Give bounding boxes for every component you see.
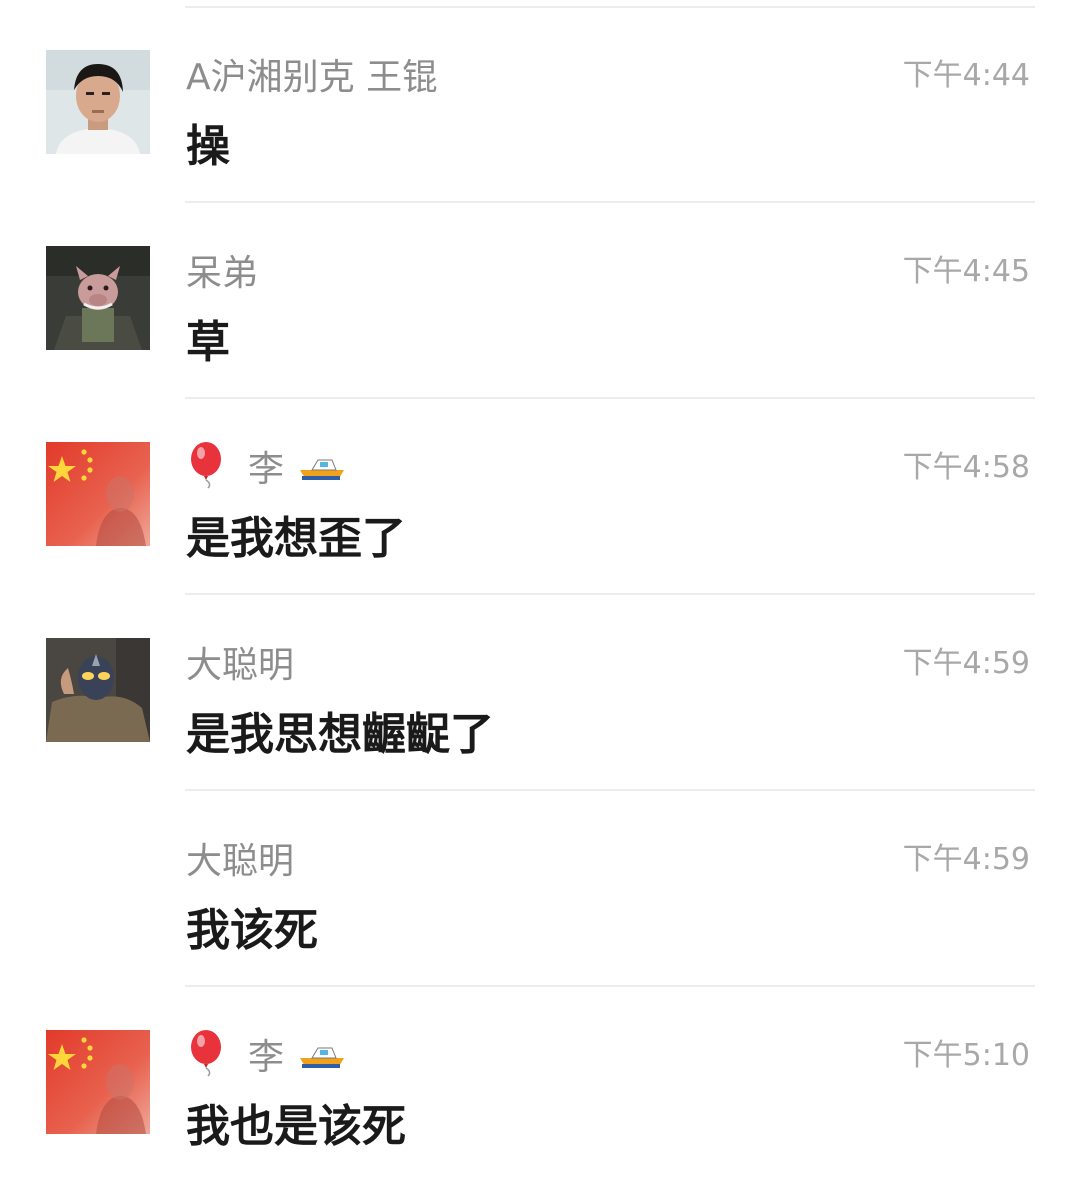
message-time: 下午4:59 [902,646,1030,681]
young-man-photo-avatar[interactable] [46,50,150,154]
speedboat-icon [296,1034,348,1074]
sender-name-text: 大聪明 [186,645,295,686]
message-time: 下午4:45 [902,254,1030,289]
message-text[interactable]: 草 [186,306,230,370]
sender-name-text: 李 [248,1037,285,1078]
message-text[interactable]: 是我思想齷齪了 [186,698,494,762]
flag-avatar[interactable] [46,442,150,546]
masked-hero-avatar[interactable] [46,638,150,742]
sender-name[interactable]: 大聪明 [186,638,294,686]
chat-message-list: A沪湘别克 王锟 下午4:44 操 呆弟 下午4:45 草 李 下午4:58 是… [0,0,1080,1197]
cartoon-pig-avatar[interactable] [46,246,150,350]
message-item[interactable]: 李 下午5:10 我也是该死 [0,986,1080,1182]
sender-name-text: 大聪明 [186,841,295,882]
message-item[interactable]: 李 下午4:58 是我想歪了 [0,398,1080,594]
balloon-icon [186,1030,230,1078]
message-text[interactable]: 我该死 [186,894,318,958]
sender-name-text: A沪湘别克 王锟 [186,57,439,98]
sender-name[interactable]: 李 [186,1030,348,1078]
message-item[interactable]: A沪湘别克 王锟 下午4:44 操 [0,6,1080,202]
sender-name[interactable]: 呆弟 [186,246,258,294]
sender-name[interactable]: 大聪明 [186,834,294,882]
message-time: 下午4:58 [902,450,1030,485]
message-text[interactable]: 我也是该死 [186,1090,406,1154]
message-time: 下午4:44 [902,58,1030,93]
message-text[interactable]: 操 [186,110,230,174]
sender-name-text: 呆弟 [186,253,259,294]
sender-name-text: 李 [248,449,285,490]
speedboat-icon [296,446,348,486]
sender-name[interactable]: A沪湘别克 王锟 [186,50,438,98]
message-text[interactable]: 是我想歪了 [186,502,406,566]
message-time: 下午4:59 [902,842,1030,877]
message-item[interactable]: 大聪明 下午4:59 是我思想齷齪了 [0,594,1080,790]
balloon-icon [186,442,230,490]
message-time: 下午5:10 [902,1038,1030,1073]
flag-avatar[interactable] [46,1030,150,1134]
message-item[interactable]: 呆弟 下午4:45 草 [0,202,1080,398]
message-item[interactable]: 大聪明 下午4:59 我该死 [0,790,1080,986]
sender-name[interactable]: 李 [186,442,348,490]
